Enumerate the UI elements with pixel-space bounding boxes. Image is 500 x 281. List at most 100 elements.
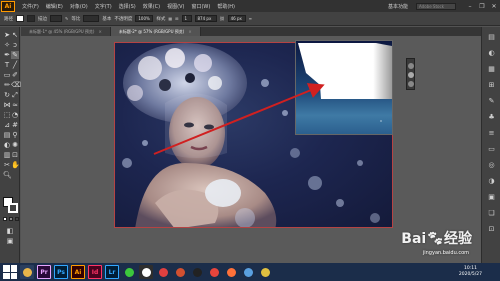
slice-tool-icon[interactable]: ✂ bbox=[3, 161, 11, 169]
line-tool-icon[interactable]: ╱ bbox=[11, 61, 19, 69]
photoshop-icon[interactable]: Ps bbox=[54, 265, 68, 279]
column-graph-tool-icon[interactable]: ▥ bbox=[3, 151, 11, 159]
selection-tool-icon[interactable]: ➤ bbox=[3, 31, 11, 39]
y-field[interactable]: 874 px bbox=[194, 15, 217, 22]
tab-document-2[interactable]: 未标题-2* @ 57% (RGB/GPU 预览) × bbox=[110, 27, 201, 36]
restore-icon[interactable]: ❐ bbox=[476, 0, 488, 12]
type-tool-icon[interactable]: T bbox=[3, 61, 11, 69]
chrome-icon[interactable] bbox=[207, 265, 221, 279]
eyedropper-tool-icon[interactable]: ⚲ bbox=[11, 131, 19, 139]
mail-icon[interactable] bbox=[258, 265, 272, 279]
menu-type[interactable]: 文字(T) bbox=[95, 3, 112, 10]
gradient-mode-swatch[interactable] bbox=[9, 217, 13, 221]
color-guide-icon[interactable]: ▦ bbox=[487, 65, 496, 73]
media-icon[interactable] bbox=[139, 265, 153, 279]
shaper-tool-icon[interactable]: ✏ bbox=[3, 81, 11, 89]
stock-search-input[interactable]: Adobe Stock bbox=[416, 2, 456, 10]
brushes-panel-icon[interactable]: ✎ bbox=[487, 97, 496, 105]
artboard-tool-icon[interactable]: ⊡ bbox=[11, 151, 19, 159]
video-icon[interactable] bbox=[156, 265, 170, 279]
taskbar-clock[interactable]: 10:11 2020/5/27 bbox=[459, 266, 482, 278]
magic-wand-tool-icon[interactable]: ✧ bbox=[3, 41, 11, 49]
eraser-tool-icon[interactable]: ⌫ bbox=[11, 81, 21, 89]
menu-object[interactable]: 对象(O) bbox=[70, 3, 88, 10]
menu-view[interactable]: 视图(V) bbox=[167, 3, 184, 10]
symbol-sprayer-tool-icon[interactable]: ✺ bbox=[11, 141, 19, 149]
tab-document-1[interactable]: 未标题-1* @ 45% (RGB/GPU 预览) × bbox=[21, 27, 111, 36]
zoom-tool-icon[interactable]: 🔍︎ bbox=[3, 171, 12, 179]
close-tab-icon[interactable]: × bbox=[188, 29, 191, 34]
artboards-panel-icon[interactable]: ⊡ bbox=[487, 225, 496, 233]
rotate-tool-icon[interactable]: ↻ bbox=[3, 91, 11, 99]
w-field[interactable]: 46 px bbox=[227, 15, 246, 22]
minimize-icon[interactable]: – bbox=[464, 0, 476, 12]
mesh-tool-icon[interactable]: # bbox=[11, 121, 19, 129]
fill-color-swatch[interactable] bbox=[16, 15, 24, 22]
workspace-switcher[interactable]: 基本功能 bbox=[388, 3, 408, 10]
shape-builder-tool-icon[interactable]: ◔ bbox=[11, 111, 19, 119]
properties-panel-icon[interactable]: ▤ bbox=[487, 33, 496, 41]
brush-icon[interactable]: ✎ bbox=[65, 16, 68, 21]
stroke-swatch[interactable] bbox=[8, 203, 18, 213]
paint-icon[interactable] bbox=[241, 265, 255, 279]
qq-icon[interactable] bbox=[190, 265, 204, 279]
free-transform-tool-icon[interactable]: ⬚ bbox=[3, 111, 11, 119]
stroke-panel-icon[interactable]: ≡ bbox=[487, 129, 496, 137]
gradient-tool-icon[interactable]: ▤ bbox=[3, 131, 11, 139]
floating-panel[interactable] bbox=[406, 58, 415, 90]
menu-file[interactable]: 文件(F) bbox=[22, 3, 39, 10]
panel-dot-icon[interactable] bbox=[408, 81, 414, 87]
swatches-panel-icon[interactable]: ⊞ bbox=[487, 81, 496, 89]
menu-window[interactable]: 窗口(W) bbox=[191, 3, 210, 10]
link-icon[interactable]: ⛓ bbox=[220, 16, 225, 21]
brush-label[interactable]: 等比 bbox=[71, 16, 80, 22]
panel-dot-icon[interactable] bbox=[408, 72, 414, 78]
lasso-tool-icon[interactable]: ↄ bbox=[11, 41, 19, 49]
graphic-styles-icon[interactable]: ▣ bbox=[487, 193, 496, 201]
lightroom-icon[interactable]: Lr bbox=[105, 265, 119, 279]
rectangle-tool-icon[interactable]: ▭ bbox=[3, 71, 11, 79]
player-icon[interactable] bbox=[173, 265, 187, 279]
opacity-label[interactable]: 不透明度 bbox=[114, 16, 132, 22]
perspective-grid-tool-icon[interactable]: ⊿ bbox=[3, 121, 11, 129]
menu-select[interactable]: 选择(S) bbox=[119, 3, 136, 10]
menu-effect[interactable]: 效果(C) bbox=[143, 3, 160, 10]
color-panel-icon[interactable]: ◐ bbox=[487, 49, 496, 57]
wechat-icon[interactable] bbox=[122, 265, 136, 279]
screen-mode-icon[interactable]: ▣ bbox=[6, 237, 14, 245]
gradient-panel-icon[interactable]: ▭ bbox=[487, 145, 496, 153]
curvature-tool-icon[interactable]: ✎ bbox=[11, 51, 19, 59]
indesign-icon[interactable]: Id bbox=[88, 265, 102, 279]
close-icon[interactable]: ✕ bbox=[488, 0, 500, 12]
premiere-icon[interactable]: Pr bbox=[37, 265, 51, 279]
hand-tool-icon[interactable]: ✋ bbox=[11, 161, 20, 169]
menu-help[interactable]: 帮助(H) bbox=[217, 3, 235, 10]
paintbrush-tool-icon[interactable]: ✐ bbox=[11, 71, 19, 79]
width-tool-icon[interactable]: ⋈ bbox=[3, 101, 11, 109]
start-button-icon[interactable] bbox=[3, 265, 17, 279]
close-tab-icon[interactable]: × bbox=[99, 29, 102, 34]
style-label[interactable]: 基本 bbox=[102, 16, 111, 22]
color-mode-swatch[interactable] bbox=[3, 217, 7, 221]
brush-size-field[interactable] bbox=[83, 15, 100, 22]
layers-panel-icon[interactable]: ❏ bbox=[487, 209, 496, 217]
blend-tool-icon[interactable]: ◐ bbox=[3, 141, 11, 149]
menu-edit[interactable]: 编辑(E) bbox=[46, 3, 63, 10]
opacity-field[interactable]: 100% bbox=[135, 15, 154, 22]
stroke-color-swatch[interactable] bbox=[27, 15, 35, 22]
transform-icon[interactable]: ⊞ bbox=[175, 16, 178, 21]
stroke-label[interactable]: 描边 bbox=[38, 16, 47, 22]
appearance-panel-icon[interactable]: ◑ bbox=[487, 177, 496, 185]
draw-mode-icon[interactable]: ◧ bbox=[6, 227, 14, 235]
illustrator-icon[interactable]: Ai bbox=[71, 265, 85, 279]
pen-tool-icon[interactable]: ✒ bbox=[3, 51, 11, 59]
folder-icon[interactable] bbox=[20, 265, 34, 279]
panel-dot-icon[interactable] bbox=[408, 63, 414, 69]
direct-selection-tool-icon[interactable]: ↖ bbox=[11, 31, 19, 39]
warp-tool-icon[interactable]: ≈ bbox=[11, 101, 19, 109]
scale-tool-icon[interactable]: ⤢ bbox=[11, 91, 19, 99]
style2-label[interactable]: 样式 bbox=[156, 16, 165, 22]
transparency-panel-icon[interactable]: ◎ bbox=[487, 161, 496, 169]
none-mode-swatch[interactable] bbox=[15, 217, 19, 221]
x-field[interactable]: 1 bbox=[181, 15, 192, 22]
